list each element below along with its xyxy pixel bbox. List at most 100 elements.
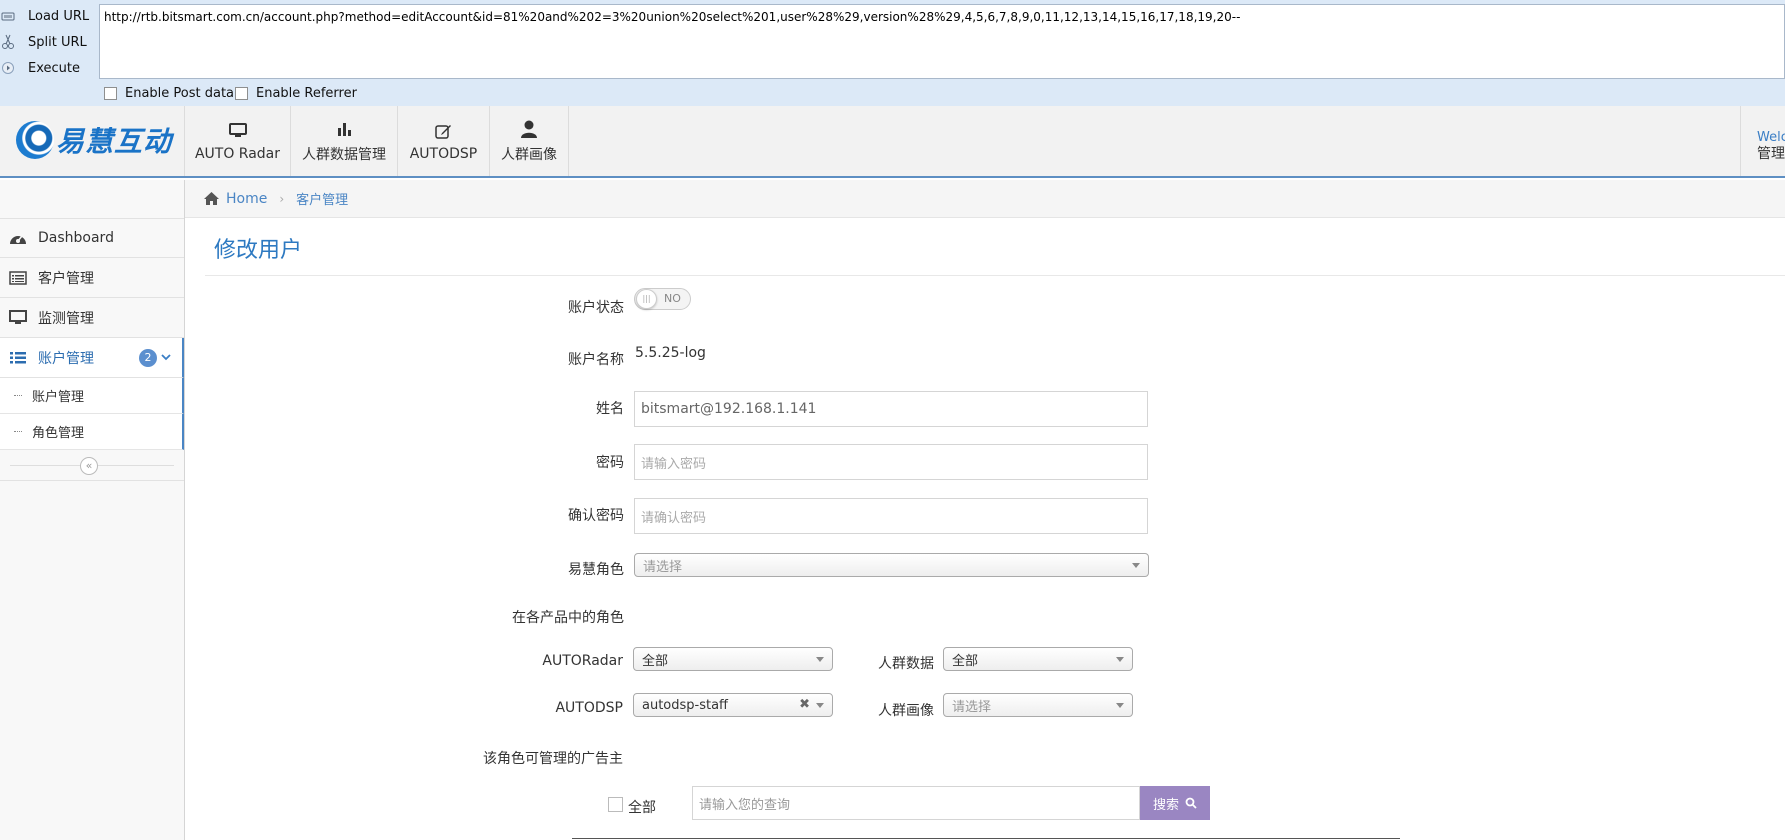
crowd-portrait-label: 人群画像 xyxy=(878,703,934,719)
nav-auto-radar-label: AUTO Radar xyxy=(194,146,281,162)
execute-button[interactable]: Execute xyxy=(0,56,98,80)
home-icon xyxy=(203,191,220,206)
count-badge: 2 xyxy=(139,349,157,367)
logo-text: 易慧互动 xyxy=(56,125,173,158)
enable-post-checkbox[interactable]: Enable Post data xyxy=(104,86,234,101)
enable-post-box[interactable] xyxy=(104,87,117,100)
divider xyxy=(572,838,1400,839)
execute-label: Execute xyxy=(28,60,80,76)
status-toggle[interactable]: ||| NO xyxy=(634,288,691,310)
sidebar-item-monitoring[interactable]: 监测管理 xyxy=(0,298,184,338)
all-label: 全部 xyxy=(628,800,656,816)
autodsp-select[interactable]: autodsp-staff ✖ xyxy=(633,693,833,717)
enable-post-label: Enable Post data xyxy=(125,86,235,101)
confirm-password-label: 确认密码 xyxy=(568,508,624,524)
caret-down-icon xyxy=(1116,657,1124,662)
toggle-state-text: NO xyxy=(664,292,681,305)
list-icon xyxy=(8,351,28,365)
autoradar-select-value: 全部 xyxy=(642,653,669,669)
chevron-down-icon xyxy=(161,350,171,364)
split-url-button[interactable]: Split URL xyxy=(0,30,98,54)
toggle-knob: ||| xyxy=(636,289,657,309)
tree-connector xyxy=(14,431,22,432)
sidebar: Dashboard 客户管理 监测管理 账户管理 2 账户管理 角色管理 « xyxy=(0,180,185,840)
account-name-value: 5.5.25-log xyxy=(635,345,706,361)
desktop-icon xyxy=(8,310,28,325)
url-textarea[interactable]: http://rtb.bitsmart.com.cn/account.php?m… xyxy=(99,4,1785,79)
crowd-data-select-value: 全部 xyxy=(952,653,979,669)
nav-crowd-portrait[interactable]: 人群画像 xyxy=(489,106,569,176)
sidebar-item-label: 客户管理 xyxy=(38,270,94,287)
divider xyxy=(205,275,1785,276)
nav-crowd-portrait-label: 人群画像 xyxy=(501,147,557,163)
monitor-icon xyxy=(228,120,247,142)
username-text: 管理员 xyxy=(1757,146,1785,162)
account-name-label: 账户名称 xyxy=(568,352,624,368)
sidebar-subitem-label: 角色管理 xyxy=(32,426,85,441)
sidebar-subitem-role-management[interactable]: 角色管理 xyxy=(0,414,184,450)
password-input[interactable]: 请输入密码 xyxy=(634,444,1148,480)
enable-referrer-box[interactable] xyxy=(235,87,248,100)
name-input[interactable]: bitsmart@192.168.1.141 xyxy=(634,391,1148,427)
crowd-portrait-select-value: 请选择 xyxy=(952,699,992,715)
nav-autodsp-label: AUTODSP xyxy=(409,146,478,162)
nav-autodsp[interactable]: AUTODSP xyxy=(397,106,489,176)
dashboard-icon xyxy=(8,231,28,245)
autodsp-label: AUTODSP xyxy=(555,700,623,716)
confirm-password-input[interactable]: 请确认密码 xyxy=(634,498,1148,534)
page-title: 修改用户 xyxy=(214,238,303,263)
caret-down-icon xyxy=(1132,563,1140,568)
breadcrumb: Home › 客户管理 xyxy=(185,180,1785,218)
sidebar-item-label: 账户管理 xyxy=(38,350,94,367)
search-button[interactable]: 搜索 xyxy=(1140,786,1210,820)
edit-icon xyxy=(435,120,452,142)
sidebar-subitem-account-management[interactable]: 账户管理 xyxy=(0,378,184,414)
sidebar-subitem-label: 账户管理 xyxy=(32,390,85,405)
role-select[interactable]: 请选择 xyxy=(634,553,1149,577)
play-icon xyxy=(0,60,16,76)
advertiser-search-input[interactable]: 请输入您的查询 xyxy=(692,786,1140,820)
product-roles-label: 在各产品中的角色 xyxy=(512,610,624,626)
welcome-text: Welcome xyxy=(1757,130,1785,145)
advertisers-label: 该角色可管理的广告主 xyxy=(483,751,623,767)
autoradar-select[interactable]: 全部 xyxy=(633,647,833,671)
caret-down-icon xyxy=(1116,703,1124,708)
search-button-label: 搜索 xyxy=(1152,797,1179,813)
sidebar-item-customers[interactable]: 客户管理 xyxy=(0,258,184,298)
enable-referrer-label: Enable Referrer xyxy=(256,86,357,101)
collapse-sidebar-icon[interactable]: « xyxy=(80,457,98,475)
role-label: 易慧角色 xyxy=(568,562,624,578)
sidebar-item-accounts[interactable]: 账户管理 2 xyxy=(0,338,184,378)
load-url-label: Load URL xyxy=(28,8,90,24)
nav-crowd-data[interactable]: 人群数据管理 xyxy=(290,106,397,176)
user-menu[interactable]: Welcome 管理员 xyxy=(1740,106,1785,176)
nav-auto-radar[interactable]: AUTO Radar xyxy=(184,106,290,176)
crowd-data-select[interactable]: 全部 xyxy=(943,647,1133,671)
breadcrumb-home-link[interactable]: Home xyxy=(226,191,267,207)
sidebar-item-label: 监测管理 xyxy=(38,310,94,327)
logo[interactable]: 易慧互动 xyxy=(16,120,172,160)
load-url-button[interactable]: Load URL xyxy=(0,4,98,28)
sidebar-collapse-row: « xyxy=(0,451,184,481)
breadcrumb-separator-icon: › xyxy=(279,191,285,206)
crowd-portrait-select[interactable]: 请选择 xyxy=(943,693,1133,717)
sidebar-item-dashboard[interactable]: Dashboard xyxy=(0,218,184,258)
tree-connector xyxy=(14,395,22,396)
list-alt-icon xyxy=(8,270,28,285)
bar-chart-icon xyxy=(336,118,352,140)
nav-crowd-data-label: 人群数据管理 xyxy=(302,147,386,163)
status-label: 账户状态 xyxy=(568,300,624,316)
caret-down-icon xyxy=(816,703,824,708)
load-url-icon xyxy=(0,8,16,24)
password-label: 密码 xyxy=(596,455,624,471)
split-url-label: Split URL xyxy=(28,34,87,50)
clear-icon[interactable]: ✖ xyxy=(799,697,810,712)
all-checkbox[interactable] xyxy=(608,797,623,812)
enable-referrer-checkbox[interactable]: Enable Referrer xyxy=(235,86,357,101)
breadcrumb-current[interactable]: 客户管理 xyxy=(296,189,348,208)
logo-mark-icon xyxy=(16,121,54,159)
crowd-data-label: 人群数据 xyxy=(878,656,934,672)
hackbar-toolbar: Load URL Split URL Execute http://rtb.bi… xyxy=(0,0,1785,106)
role-select-value: 请选择 xyxy=(643,559,683,575)
user-icon xyxy=(520,118,538,140)
